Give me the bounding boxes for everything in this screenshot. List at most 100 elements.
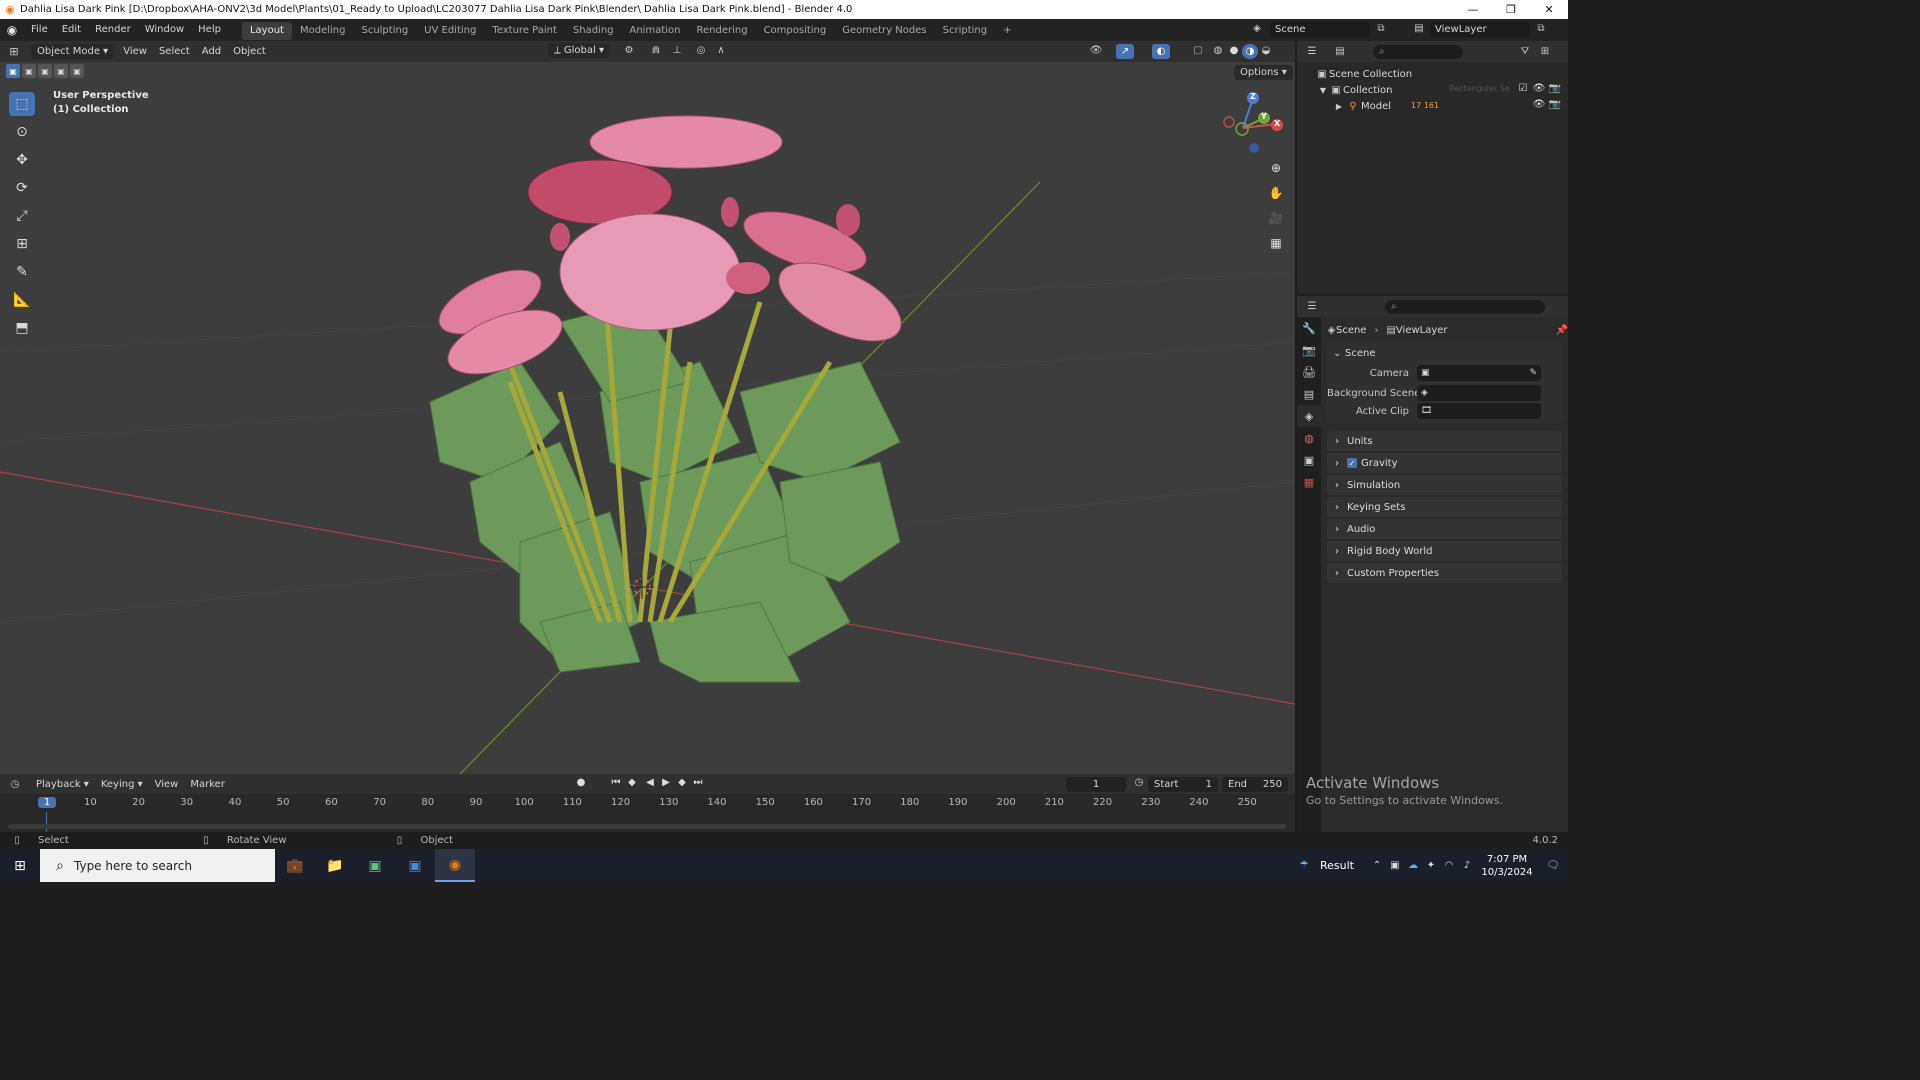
pivot-icon[interactable]: ⚙ — [618, 45, 640, 56]
filter-icon[interactable]: ⛛ — [1515, 46, 1535, 57]
world-tab-icon[interactable]: ◍ — [1297, 427, 1321, 449]
tab-compositing[interactable]: Compositing — [756, 22, 835, 40]
tab-rendering[interactable]: Rendering — [688, 22, 755, 40]
jump-keyframe-forward-icon[interactable]: ◆ — [676, 777, 688, 788]
scene-icon[interactable]: ◈ — [1248, 23, 1266, 34]
timeline-body[interactable]: 1 10 20 30 40 50 60 70 80 90 100 110 120 130 140 150 160… — [0, 794, 1295, 832]
viewlayer-selector[interactable]: ViewLayer — [1430, 22, 1530, 38]
ruler-tick-label[interactable]: 190 — [948, 797, 968, 808]
output-tab-icon[interactable]: 🖨 — [1297, 361, 1321, 383]
camera-field[interactable]: ▣ ✎ — [1417, 365, 1541, 381]
tab-shading[interactable]: Shading — [565, 22, 622, 40]
ruler-tick-label[interactable]: 40 — [225, 797, 245, 808]
new-viewlayer-icon[interactable]: ⧉ — [1534, 23, 1548, 34]
record-icon[interactable]: ● — [574, 777, 588, 788]
outliner-row-model[interactable]: ▶ ⚲ Model 17 161 👁 📷 — [1297, 98, 1568, 114]
ruler-tick-label[interactable]: 90 — [466, 797, 486, 808]
playhead-line[interactable] — [46, 812, 47, 832]
gizmo-x-label[interactable]: X — [1274, 119, 1280, 128]
zoom-icon[interactable]: ⊕ — [1265, 157, 1287, 179]
app-s-icon[interactable]: ▣ — [395, 849, 435, 882]
outliner-row-scene-collection[interactable]: ▣ Scene Collection — [1297, 66, 1568, 82]
ruler-tick-label[interactable]: 170 — [852, 797, 872, 808]
section-simulation[interactable]: › Simulation — [1327, 475, 1562, 495]
snap-icon[interactable]: ⋒ — [645, 45, 667, 56]
tab-geometry-nodes[interactable]: Geometry Nodes — [834, 22, 934, 40]
ruler-tick-label[interactable]: 140 — [707, 797, 727, 808]
select-new-icon[interactable]: ▣ — [6, 64, 20, 78]
blender-taskbar-icon[interactable]: ◉ — [435, 849, 475, 882]
scene-panel-header[interactable]: ⌄ Scene — [1327, 343, 1562, 363]
menu-file[interactable]: File — [24, 19, 55, 41]
menu-add[interactable]: Add — [196, 46, 227, 57]
menu-timeline-view[interactable]: View — [149, 779, 185, 790]
gizmo-z-label[interactable]: Z — [1250, 92, 1256, 101]
menu-window[interactable]: Window — [138, 19, 191, 41]
blender-menu-icon[interactable]: ◉ — [0, 23, 24, 37]
new-scene-icon[interactable]: ⧉ — [1374, 23, 1388, 34]
gravity-checkbox[interactable]: ✓ — [1347, 458, 1357, 468]
ruler-current-frame[interactable]: 1 — [38, 797, 56, 808]
mode-selector[interactable]: Object Mode ▾ — [31, 44, 115, 59]
material-shading-icon[interactable]: ◑ — [1242, 44, 1258, 59]
taskbar-search-box[interactable]: ⌕ Type here to search — [40, 849, 275, 882]
work-briefcase-icon[interactable]: 💼 — [275, 849, 315, 882]
ruler-tick-label[interactable]: 70 — [370, 797, 390, 808]
ruler-tick-label[interactable]: 120 — [611, 797, 631, 808]
viewlayer-icon[interactable]: ▤ — [1410, 23, 1428, 34]
active-clip-field[interactable]: 🎞 — [1417, 403, 1541, 419]
render-camera-icon[interactable]: 📷 — [1549, 99, 1561, 110]
ruler-tick-label[interactable]: 60 — [321, 797, 341, 808]
menu-select[interactable]: Select — [153, 46, 196, 57]
select-invert-icon[interactable]: ▣ — [54, 64, 68, 78]
pin-icon[interactable]: 📌 — [1556, 325, 1568, 336]
add-workspace-button[interactable]: + — [995, 22, 1019, 40]
expand-chevron-icon[interactable]: ▶ — [1333, 102, 1345, 111]
scene-tab-icon[interactable]: ◈ — [1297, 405, 1321, 427]
render-camera-icon[interactable]: 📷 — [1549, 83, 1561, 94]
measure-tool-icon[interactable]: 📐 — [9, 288, 35, 312]
eyedropper-icon[interactable]: ✎ — [1529, 368, 1537, 378]
3d-viewport[interactable]: Z Y X User Perspective (1) Collection Op… — [0, 62, 1295, 774]
menu-view[interactable]: View — [117, 46, 153, 57]
overlay-toggle-icon[interactable]: ◐ — [1152, 44, 1170, 59]
taskbar-result[interactable]: Result — [1320, 859, 1354, 872]
texture-tab-icon[interactable]: ▦ — [1297, 471, 1321, 493]
scene-selector[interactable]: Scene — [1270, 22, 1370, 38]
clock-icon[interactable]: ◷ — [1132, 777, 1146, 788]
display-mode-icon[interactable]: ▤ — [1327, 46, 1353, 57]
ruler-tick-label[interactable]: 10 — [80, 797, 100, 808]
menu-help[interactable]: Help — [191, 19, 228, 41]
tab-sculpting[interactable]: Sculpting — [353, 22, 416, 40]
menu-keying[interactable]: Keying ▾ — [95, 779, 149, 790]
expand-chevron-icon[interactable]: ▼ — [1317, 86, 1329, 95]
wireframe-shading-icon[interactable]: ◍ — [1210, 45, 1226, 56]
tool-tab-icon[interactable]: 🔧 — [1297, 317, 1321, 339]
select-box-tool-icon[interactable]: ⬚ — [9, 92, 35, 116]
close-window-button[interactable]: ✕ — [1530, 0, 1568, 19]
tab-scripting[interactable]: Scripting — [935, 22, 995, 40]
section-keying-sets[interactable]: › Keying Sets — [1327, 497, 1562, 517]
timeline-scrollbar[interactable] — [8, 824, 1286, 829]
transform-orientation-dropdown[interactable]: ⟂ Global ▾ — [548, 43, 610, 58]
ruler-tick-label[interactable]: 100 — [514, 797, 534, 808]
tray-chevron-icon[interactable]: ⌃ — [1368, 860, 1386, 871]
section-units[interactable]: › Units — [1327, 431, 1562, 451]
view-layer-tab-icon[interactable]: ▤ — [1297, 383, 1321, 405]
render-tab-icon[interactable]: 📷 — [1297, 339, 1321, 361]
add-cube-tool-icon[interactable]: ⬒ — [9, 316, 35, 340]
select-intersect-icon[interactable]: ▣ — [70, 64, 84, 78]
section-custom-properties[interactable]: › Custom Properties — [1327, 563, 1562, 583]
file-explorer-icon[interactable]: 📁 — [315, 849, 355, 882]
annotate-tool-icon[interactable]: ✎ — [9, 260, 35, 284]
menu-marker[interactable]: Marker — [184, 779, 231, 790]
taskbar-clock[interactable]: 7:07 PM 10/3/2024 — [1476, 853, 1538, 879]
menu-edit[interactable]: Edit — [55, 19, 88, 41]
play-reverse-icon[interactable]: ◀ — [644, 777, 656, 788]
ruler-tick-label[interactable]: 50 — [273, 797, 293, 808]
outliner-editor-icon[interactable]: ☰ — [1297, 46, 1327, 57]
tab-layout[interactable]: Layout — [241, 22, 292, 40]
gizmo-y-label[interactable]: Y — [1261, 112, 1267, 121]
gizmo-toggle-icon[interactable]: ↗ — [1116, 44, 1134, 59]
wifi-icon[interactable]: ◠ — [1440, 860, 1458, 871]
